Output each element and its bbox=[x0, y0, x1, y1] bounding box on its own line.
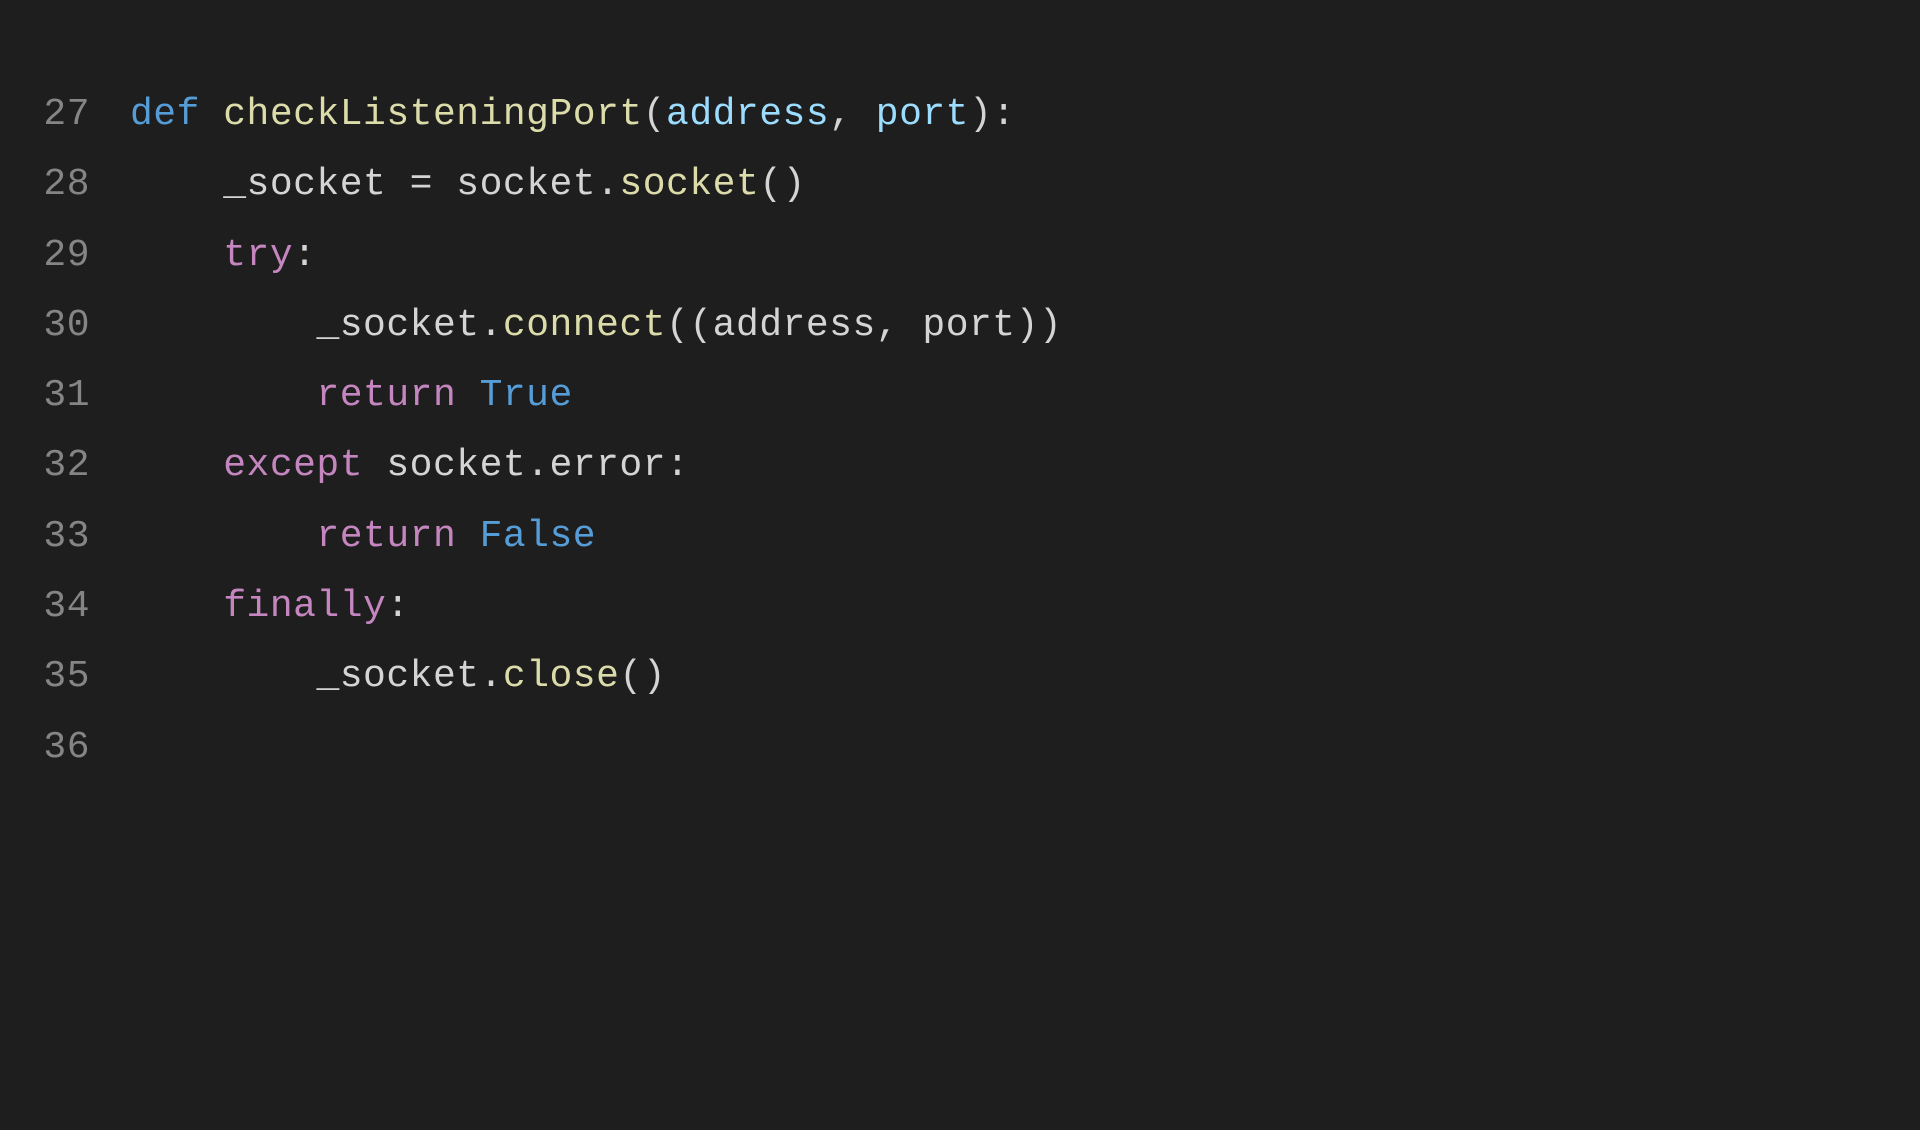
method-call: close bbox=[503, 655, 620, 698]
line-number: 27 bbox=[0, 80, 130, 150]
parameter: port bbox=[876, 93, 969, 136]
code-line[interactable]: 28 _socket = socket.socket() bbox=[0, 150, 1062, 220]
indent bbox=[130, 515, 316, 558]
variable: _socket bbox=[316, 655, 479, 698]
code-line[interactable]: 27 def checkListeningPort(address, port)… bbox=[0, 80, 1062, 150]
code-line[interactable]: 36 bbox=[0, 713, 1062, 783]
code-content[interactable]: def checkListeningPort(address, port): bbox=[130, 80, 1016, 150]
code-content[interactable]: _socket = socket.socket() bbox=[130, 150, 806, 220]
colon: : bbox=[293, 234, 316, 277]
code-content[interactable]: _socket.close() bbox=[130, 642, 666, 712]
line-number: 33 bbox=[0, 502, 130, 572]
line-number: 29 bbox=[0, 221, 130, 291]
colon: : bbox=[666, 444, 689, 487]
code-content[interactable]: _socket.connect((address, port)) bbox=[130, 291, 1062, 361]
code-editor[interactable]: 27 def checkListeningPort(address, port)… bbox=[0, 50, 1122, 843]
keyword-try: try bbox=[223, 234, 293, 277]
method-call: socket bbox=[619, 163, 759, 206]
code-line[interactable]: 32 except socket.error: bbox=[0, 431, 1062, 501]
code-line[interactable]: 30 _socket.connect((address, port)) bbox=[0, 291, 1062, 361]
constant-true: True bbox=[480, 374, 573, 417]
argument: port bbox=[922, 304, 1015, 347]
code-content[interactable]: finally: bbox=[130, 572, 410, 642]
whitespace bbox=[456, 374, 479, 417]
paren-close: )) bbox=[1016, 304, 1063, 347]
variable: _socket bbox=[223, 163, 386, 206]
paren-open: ( bbox=[643, 93, 666, 136]
parameter: address bbox=[666, 93, 829, 136]
comma: , bbox=[876, 304, 923, 347]
code-content[interactable]: return False bbox=[130, 502, 596, 572]
keyword-except: except bbox=[223, 444, 363, 487]
parens: () bbox=[759, 163, 806, 206]
code-content[interactable]: try: bbox=[130, 221, 316, 291]
method-call: connect bbox=[503, 304, 666, 347]
comma: , bbox=[829, 93, 876, 136]
code-line[interactable]: 29 try: bbox=[0, 221, 1062, 291]
code-content[interactable]: return True bbox=[130, 361, 573, 431]
line-number: 31 bbox=[0, 361, 130, 431]
operator: = bbox=[386, 163, 456, 206]
code-content[interactable]: except socket.error: bbox=[130, 431, 689, 501]
line-number: 36 bbox=[0, 713, 130, 783]
line-number: 34 bbox=[0, 572, 130, 642]
code-line[interactable]: 34 finally: bbox=[0, 572, 1062, 642]
line-number: 30 bbox=[0, 291, 130, 361]
keyword-finally: finally bbox=[223, 585, 386, 628]
line-number: 28 bbox=[0, 150, 130, 220]
argument: address bbox=[713, 304, 876, 347]
indent bbox=[130, 234, 223, 277]
code-line[interactable]: 35 _socket.close() bbox=[0, 642, 1062, 712]
code-line[interactable]: 31 return True bbox=[0, 361, 1062, 431]
variable: _socket bbox=[316, 304, 479, 347]
whitespace bbox=[200, 93, 223, 136]
keyword-def: def bbox=[130, 93, 200, 136]
dot: . bbox=[480, 304, 503, 347]
indent bbox=[130, 655, 316, 698]
line-number: 32 bbox=[0, 431, 130, 501]
indent bbox=[130, 585, 223, 628]
module: socket bbox=[386, 444, 526, 487]
colon: : bbox=[992, 93, 1015, 136]
indent bbox=[130, 374, 316, 417]
constant-false: False bbox=[480, 515, 597, 558]
whitespace bbox=[363, 444, 386, 487]
indent bbox=[130, 163, 223, 206]
colon: : bbox=[386, 585, 409, 628]
keyword-return: return bbox=[316, 374, 456, 417]
parens: () bbox=[619, 655, 666, 698]
paren-open: (( bbox=[666, 304, 713, 347]
dot: . bbox=[480, 655, 503, 698]
property: error bbox=[550, 444, 667, 487]
module: socket bbox=[456, 163, 596, 206]
line-number: 35 bbox=[0, 642, 130, 712]
keyword-return: return bbox=[316, 515, 456, 558]
dot: . bbox=[526, 444, 549, 487]
whitespace bbox=[456, 515, 479, 558]
indent bbox=[130, 304, 316, 347]
function-name: checkListeningPort bbox=[223, 93, 642, 136]
code-line[interactable]: 33 return False bbox=[0, 502, 1062, 572]
dot: . bbox=[596, 163, 619, 206]
indent bbox=[130, 444, 223, 487]
paren-close: ) bbox=[969, 93, 992, 136]
